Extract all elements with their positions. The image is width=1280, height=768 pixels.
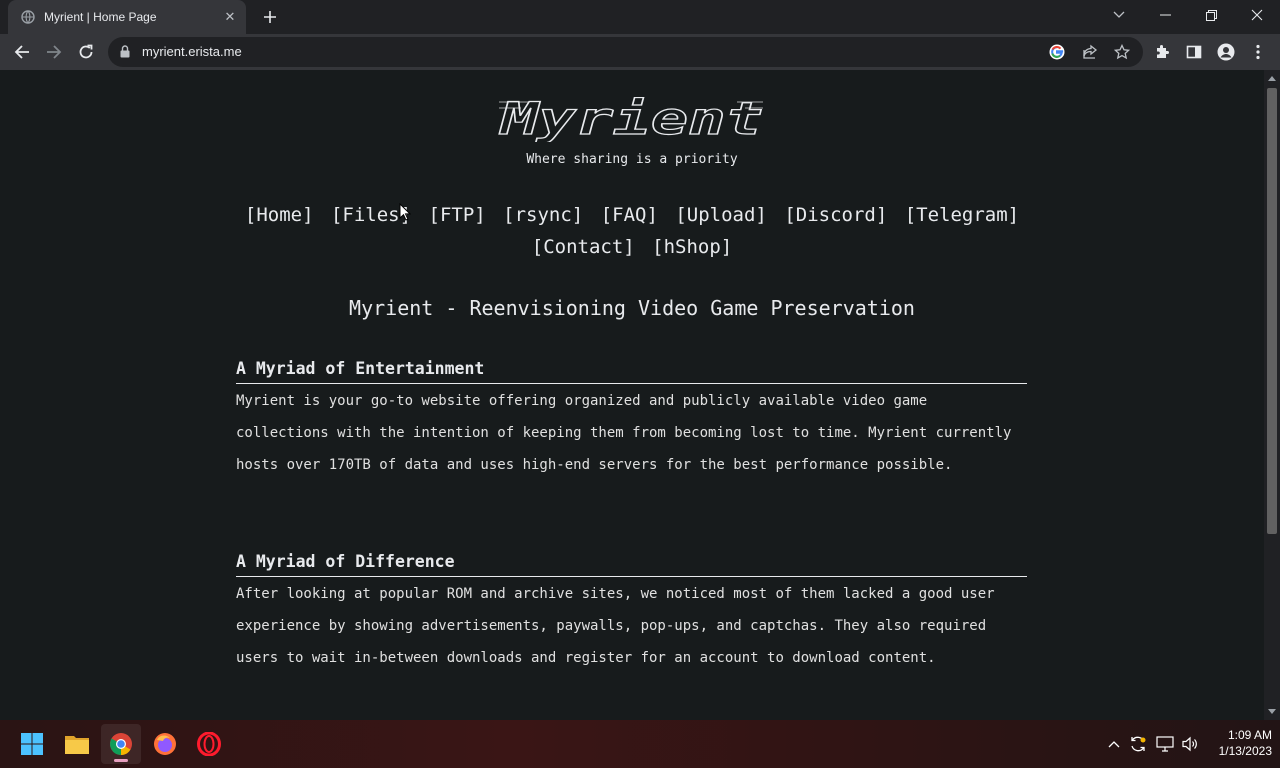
section-title: A Myriad of Difference <box>236 553 1027 577</box>
tab-title: Myrient | Home Page <box>44 10 157 24</box>
minimize-icon[interactable] <box>1142 0 1188 30</box>
page-headline: Myrient - Reenvisioning Video Game Prese… <box>349 296 915 320</box>
network-icon[interactable] <box>1155 734 1175 754</box>
nav-hshop-link[interactable]: [hShop] <box>652 236 732 258</box>
reload-icon[interactable] <box>72 38 100 66</box>
scrollbar-thumb[interactable] <box>1267 88 1277 534</box>
sync-icon[interactable] <box>1128 734 1148 754</box>
page-scrollbar[interactable] <box>1264 70 1280 720</box>
scroll-up-icon[interactable] <box>1268 76 1276 81</box>
section-title: A Myriad of Entertainment <box>236 360 1027 384</box>
side-panel-icon[interactable] <box>1184 42 1204 62</box>
start-icon[interactable] <box>12 724 52 764</box>
profile-avatar-icon[interactable] <box>1216 42 1236 62</box>
nav-home-link[interactable]: [Home] <box>245 204 314 226</box>
taskbar-clock[interactable]: 1:09 AM 1/13/2023 <box>1200 727 1272 759</box>
volume-icon[interactable] <box>1180 734 1200 754</box>
active-app-indicator <box>114 759 128 762</box>
nav-ftp-link[interactable]: [FTP] <box>429 204 486 226</box>
clock-time: 1:09 AM <box>1227 728 1272 742</box>
nav-faq-link[interactable]: [FAQ] <box>601 204 658 226</box>
site-nav: [Home] [Files] [FTP] [rsync] [FAQ] [Uplo… <box>230 199 1034 263</box>
url-text: myrient.erista.me <box>142 44 242 59</box>
bookmark-star-icon[interactable] <box>1113 43 1131 61</box>
mouse-cursor-icon <box>399 202 412 225</box>
nav-contact-link[interactable]: [Contact] <box>532 236 635 258</box>
section-body: Myrient is your go-to website offering o… <box>236 393 1012 473</box>
clock-date: 1/13/2023 <box>1218 744 1272 758</box>
browser-titlebar: Myrient | Home Page ✕ <box>0 0 1280 34</box>
close-window-icon[interactable] <box>1234 0 1280 30</box>
site-tagline: Where sharing is a priority <box>526 152 738 167</box>
forward-arrow-icon[interactable] <box>40 38 68 66</box>
page-viewport: Myrient Where sharing is a priority [Hom… <box>0 70 1264 720</box>
google-icon[interactable] <box>1048 43 1066 61</box>
tab-search-icon[interactable] <box>1096 0 1142 30</box>
nav-upload-link[interactable]: [Upload] <box>675 204 767 226</box>
chrome-icon[interactable] <box>101 724 141 764</box>
close-tab-icon[interactable]: ✕ <box>220 7 240 27</box>
firefox-icon[interactable] <box>145 724 185 764</box>
extensions-puzzle-icon[interactable] <box>1152 42 1172 62</box>
browser-toolbar: myrient.erista.me <box>0 34 1280 70</box>
section-entertainment: A Myriad of Entertainment Myrient is you… <box>236 360 1027 481</box>
section-difference: A Myriad of Difference After looking at … <box>236 553 1027 674</box>
chevron-up-icon[interactable] <box>1104 734 1124 754</box>
windows-taskbar: 1:09 AM 1/13/2023 <box>0 720 1280 768</box>
kebab-menu-icon[interactable] <box>1248 42 1268 62</box>
nav-telegram-link[interactable]: [Telegram] <box>905 204 1019 226</box>
scroll-down-icon[interactable] <box>1268 709 1276 714</box>
opera-icon[interactable] <box>189 724 229 764</box>
svg-text:Myrient: Myrient <box>498 96 763 142</box>
share-icon[interactable] <box>1081 43 1099 61</box>
nav-rsync-link[interactable]: [rsync] <box>503 204 583 226</box>
restore-icon[interactable] <box>1188 0 1234 30</box>
nav-discord-link[interactable]: [Discord] <box>784 204 887 226</box>
file-explorer-icon[interactable] <box>57 724 97 764</box>
new-tab-icon[interactable] <box>258 5 282 29</box>
browser-tab[interactable]: Myrient | Home Page ✕ <box>8 0 246 34</box>
lock-icon[interactable] <box>120 45 130 63</box>
back-arrow-icon[interactable] <box>8 38 36 66</box>
globe-icon <box>20 9 36 25</box>
section-body: After looking at popular ROM and archive… <box>236 586 995 666</box>
myrient-logo[interactable]: Myrient <box>497 93 767 145</box>
address-bar[interactable]: myrient.erista.me <box>108 37 1143 67</box>
